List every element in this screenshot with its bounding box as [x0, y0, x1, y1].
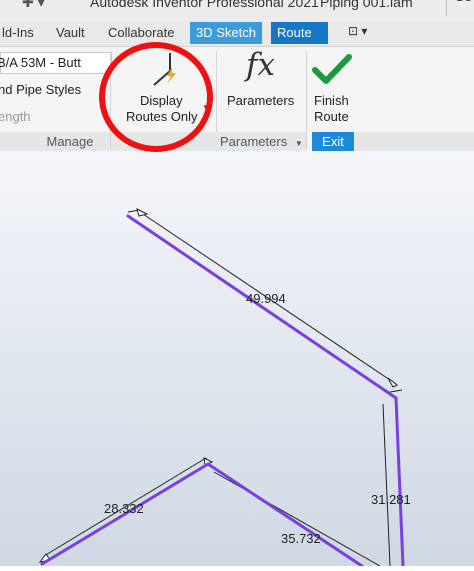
finish-route-button[interactable]: Finish Route [308, 47, 358, 131]
ribbon-panel: B/A 53M - Butt nd Pipe Styles ength Mana… [0, 42, 474, 153]
chevron-down-icon: ▼ [294, 139, 303, 148]
quick-access-icon[interactable]: ✚ ▾ [22, 0, 45, 11]
style-value: B/A 53M - Butt [0, 55, 81, 70]
route-segment [126, 214, 398, 400]
search-text: Se [455, 0, 472, 4]
tab-collaborate[interactable]: Collaborate [102, 22, 181, 44]
exit-panel-label: Exit [312, 132, 354, 151]
length-field: ength [0, 109, 31, 124]
tab-vault[interactable]: Vault [50, 22, 91, 44]
routes-panel-label [140, 132, 216, 151]
arrow-head [387, 377, 398, 388]
dimension-line [382, 403, 391, 567]
manage-panel-label: Manage [0, 132, 140, 151]
document-title: Piping 001.iam [320, 0, 413, 10]
tab-3d-sketch[interactable]: 3D Sketch [190, 22, 262, 44]
fx-icon: fx [246, 47, 275, 83]
display-routes-line1: Display [140, 93, 183, 108]
display-routes-line2: Routes Only [126, 109, 198, 124]
ribbon-tabs: ld-Ins Vault Collaborate 3D Sketch Route… [0, 22, 474, 46]
tab-add-ins[interactable]: ld-Ins [0, 22, 40, 44]
parameters-button[interactable]: fx Parameters [222, 47, 306, 131]
route-segment [206, 462, 364, 568]
manage-label-text: Manage [46, 134, 94, 149]
parameters-panel-text: Parameters [220, 134, 288, 149]
dimension-value-4[interactable]: 35.732 [281, 531, 321, 546]
route-segment [394, 396, 405, 568]
separator [110, 51, 111, 149]
parameters-panel-label[interactable]: Parameters ▼ [216, 132, 306, 151]
finish-route-line1: Finish [314, 93, 349, 108]
dimension-value-1[interactable]: 49.994 [246, 291, 286, 306]
dimension-value-2[interactable]: 28.332 [104, 501, 144, 516]
display-routes-icon [153, 53, 176, 86]
pipe-styles-button[interactable]: nd Pipe Styles [0, 82, 81, 97]
separator [306, 51, 307, 149]
finish-route-line2: Route [314, 109, 349, 124]
search-box[interactable]: Se [446, 0, 474, 16]
style-dropdown[interactable]: B/A 53M - Butt [0, 52, 112, 74]
parameters-label: Parameters [227, 93, 295, 108]
arrow-head [136, 208, 149, 217]
dimension-value-3[interactable]: 31.281 [371, 492, 411, 507]
tab-route[interactable]: Route [271, 22, 328, 44]
title-bar: ✚ ▾ Autodesk Inventor Professional 2021 … [0, 0, 474, 22]
display-routes-only-button[interactable]: Display Routes Only ▼ [118, 47, 214, 131]
route-drawing: 49.994 28.332 31.281 35.732 [38, 208, 411, 568]
checkmark-icon [312, 54, 352, 84]
extension-line [389, 389, 403, 393]
graphics-viewport[interactable]: 49.994 28.332 31.281 35.732 [0, 152, 474, 568]
app-title: Autodesk Inventor Professional 2021 [90, 0, 319, 10]
chevron-down-icon[interactable]: ▼ [202, 103, 210, 112]
view-dropdown-icon[interactable]: ⊡ ▾ [348, 24, 367, 38]
ribbon-filler [354, 132, 474, 151]
exit-label-text: Exit [322, 134, 344, 149]
